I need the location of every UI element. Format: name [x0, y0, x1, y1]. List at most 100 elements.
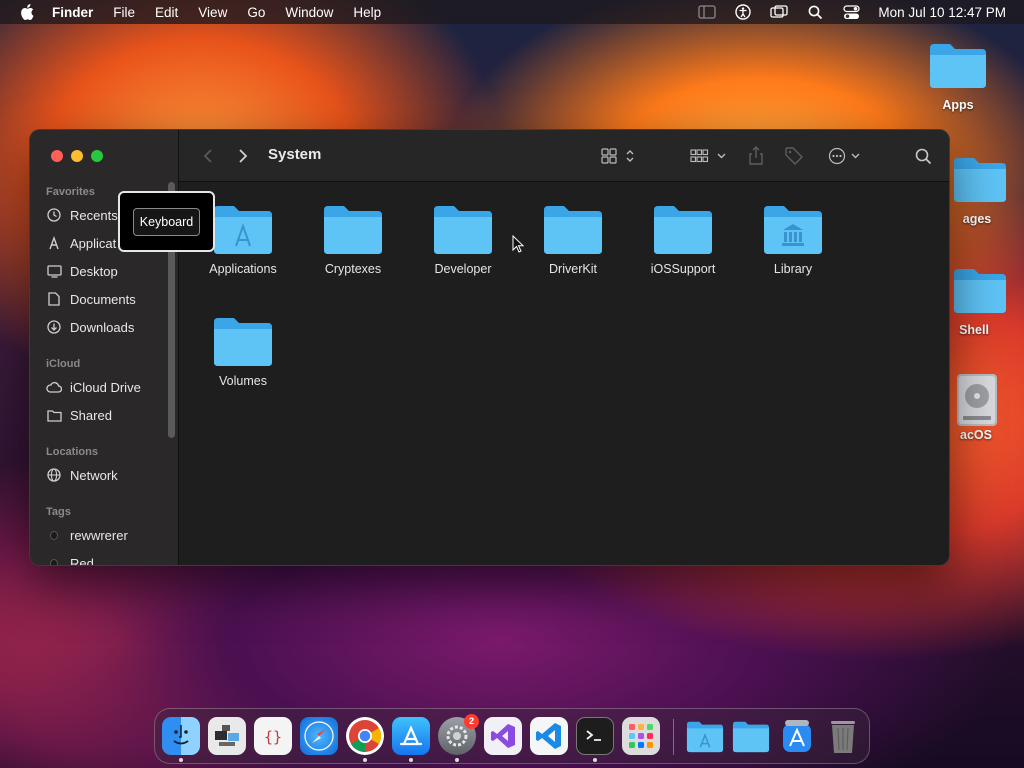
- sidebar-item-label: Shared: [70, 407, 112, 423]
- dock-launchpad-icon[interactable]: [622, 717, 660, 755]
- desktop-icon-label: acOS: [960, 428, 992, 442]
- finder-content: Applications Cryptexes Developer DriverK…: [179, 182, 949, 565]
- folder-icon: [542, 202, 604, 256]
- sidebar-item-network[interactable]: Network: [46, 464, 118, 486]
- minimize-button[interactable]: [71, 150, 83, 162]
- shared-folder-icon: [46, 407, 62, 423]
- window-controls: [51, 150, 103, 162]
- dock-script-editor-icon[interactable]: {}: [254, 717, 292, 755]
- search-icon[interactable]: [912, 144, 934, 168]
- folder-item-volumes[interactable]: Volumes: [188, 314, 298, 388]
- group-by-button[interactable]: [689, 144, 729, 168]
- settings-notification-badge: 2: [464, 714, 479, 729]
- dock-vscode-icon[interactable]: [530, 717, 568, 755]
- dock-running-indicator: [363, 758, 367, 762]
- dock-safari-icon[interactable]: [300, 717, 338, 755]
- menu-edit[interactable]: Edit: [155, 5, 178, 20]
- sidebar-item-label: Applicat: [70, 235, 117, 251]
- menu-app-name[interactable]: Finder: [52, 5, 93, 20]
- dock-folder-icon[interactable]: [732, 717, 770, 755]
- view-mode-button[interactable]: [600, 144, 638, 168]
- close-button[interactable]: [51, 150, 63, 162]
- folder-item-iossupport[interactable]: iOSSupport: [628, 202, 738, 276]
- dock-trash-icon[interactable]: [824, 717, 862, 755]
- sidebar-item-desktop[interactable]: Desktop: [46, 260, 118, 282]
- keyboard-tooltip: Keyboard: [118, 191, 215, 252]
- sidebar-item-tag-red[interactable]: Red: [46, 552, 94, 565]
- menu-clock[interactable]: Mon Jul 10 12:47 PM: [878, 5, 1006, 20]
- cloud-icon: [46, 379, 62, 395]
- dock-applications-folder-icon[interactable]: [686, 717, 724, 755]
- menu-bar: Finder File Edit View Go Window Help Mon…: [0, 0, 1024, 24]
- desktop-icon-label: Shell: [959, 323, 989, 337]
- folder-icon: [928, 40, 988, 90]
- menu-help[interactable]: Help: [353, 5, 381, 20]
- sidebar-item-label: iCloud Drive: [70, 379, 141, 395]
- sidebar-section-locations: Locations: [46, 446, 98, 458]
- dock-finder-icon[interactable]: [162, 717, 200, 755]
- dock-migration-assistant-icon[interactable]: [208, 717, 246, 755]
- sidebar-item-label: Recents: [70, 207, 118, 223]
- dock-chrome-icon[interactable]: [346, 717, 384, 755]
- desktop-icon-label: ages: [962, 212, 992, 226]
- screen-mirroring-icon[interactable]: [770, 4, 789, 20]
- dock-running-indicator: [593, 758, 597, 762]
- folder-label: DriverKit: [549, 262, 597, 276]
- dock: {} 2: [154, 708, 870, 764]
- sidebar-toggle-icon[interactable]: [698, 4, 717, 20]
- sidebar-item-label: Desktop: [70, 263, 118, 279]
- tag-dot-icon: [46, 527, 62, 543]
- folder-item-developer[interactable]: Developer: [408, 202, 518, 276]
- more-actions-button[interactable]: [827, 144, 863, 168]
- menu-view[interactable]: View: [198, 5, 227, 20]
- forward-button[interactable]: [234, 144, 252, 168]
- dock-running-indicator: [409, 758, 413, 762]
- accessibility-icon[interactable]: [734, 4, 752, 20]
- globe-icon: [46, 467, 62, 483]
- library-folder-icon: [762, 202, 824, 256]
- share-icon[interactable]: [746, 144, 766, 168]
- applications-folder-icon: [212, 202, 274, 256]
- sidebar-section-icloud: iCloud: [46, 358, 81, 370]
- dock-running-indicator: [455, 758, 459, 762]
- dock-app-store-icon[interactable]: [392, 717, 430, 755]
- apple-menu-icon[interactable]: [18, 3, 36, 21]
- sidebar-item-recents[interactable]: Recents: [46, 204, 118, 226]
- sidebar-item-documents[interactable]: Documents: [46, 288, 136, 310]
- tag-icon[interactable]: [783, 144, 805, 168]
- back-button[interactable]: [199, 144, 217, 168]
- spotlight-search-icon[interactable]: [806, 4, 824, 20]
- dock-terminal-icon[interactable]: [576, 717, 614, 755]
- dock-running-indicator: [179, 758, 183, 762]
- sidebar-item-label: Documents: [70, 291, 136, 307]
- desktop-icon-apps[interactable]: Apps: [913, 40, 1003, 112]
- folder-icon: [212, 314, 274, 368]
- menu-window[interactable]: Window: [285, 5, 333, 20]
- sidebar-item-shared[interactable]: Shared: [46, 404, 112, 426]
- mouse-cursor-icon: [512, 234, 525, 258]
- folder-icon: [949, 265, 1009, 315]
- tooltip-text: Keyboard: [132, 207, 201, 236]
- sidebar-section-favorites: Favorites: [46, 186, 95, 198]
- sidebar-item-applications[interactable]: Applicat: [46, 232, 116, 254]
- folder-icon: [432, 202, 494, 256]
- sidebar-section-tags: Tags: [46, 506, 71, 518]
- sidebar-item-downloads[interactable]: Downloads: [46, 316, 134, 338]
- sidebar-item-label: Network: [70, 467, 118, 483]
- control-center-icon[interactable]: [842, 4, 860, 20]
- folder-label: Cryptexes: [324, 262, 382, 276]
- dock-visual-studio-icon[interactable]: [484, 717, 522, 755]
- menu-file[interactable]: File: [113, 5, 135, 20]
- sidebar-item-label: rewwrerer: [70, 527, 128, 543]
- folder-icon: [949, 154, 1009, 204]
- hard-disk-icon: [949, 372, 1009, 426]
- dock-app-store-stack-icon[interactable]: [778, 717, 816, 755]
- folder-item-driverkit[interactable]: DriverKit: [518, 202, 628, 276]
- sidebar-item-icloud-drive[interactable]: iCloud Drive: [46, 376, 141, 398]
- folder-item-cryptexes[interactable]: Cryptexes: [298, 202, 408, 276]
- menu-go[interactable]: Go: [247, 5, 265, 20]
- zoom-button[interactable]: [91, 150, 103, 162]
- desktop-icon-label: Apps: [942, 98, 974, 112]
- folder-item-library[interactable]: Library: [738, 202, 848, 276]
- sidebar-item-tag-rewwrerer[interactable]: rewwrerer: [46, 524, 128, 546]
